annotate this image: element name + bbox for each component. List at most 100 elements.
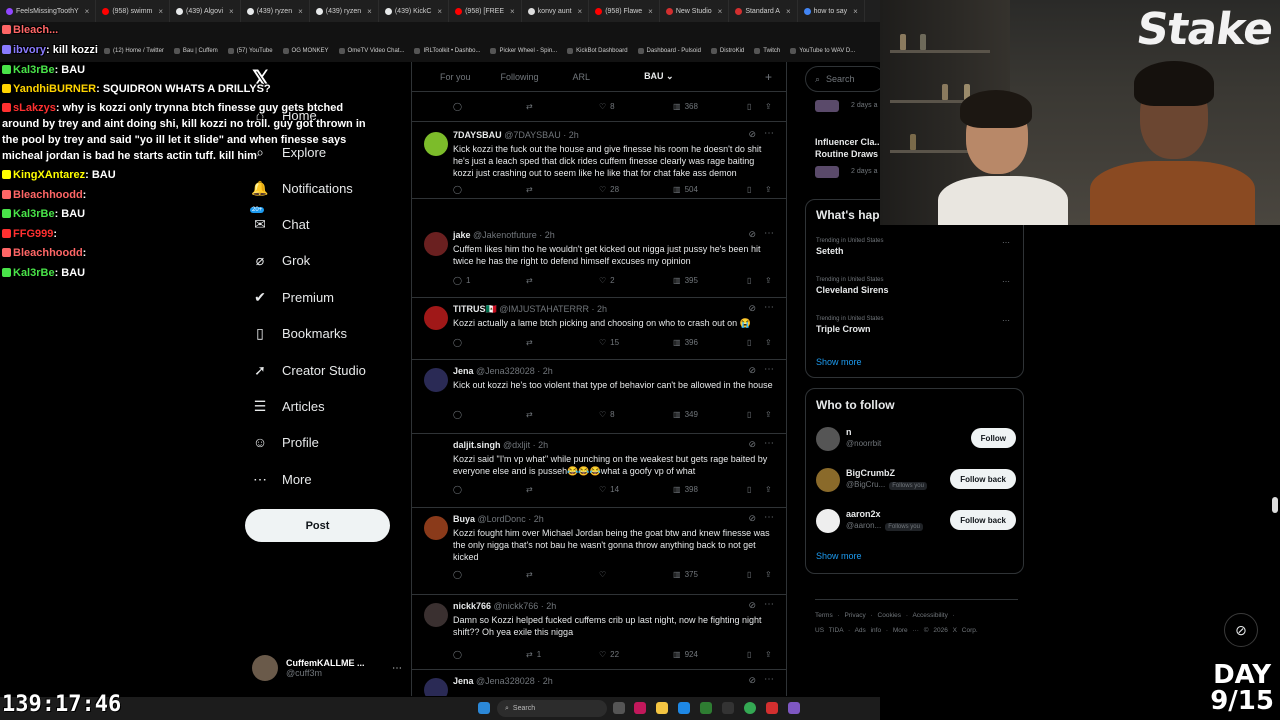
app-icon[interactable] — [722, 702, 734, 714]
bookmark-item[interactable]: (12) Home / Twitter — [104, 48, 164, 54]
retweet-button[interactable]: ⇄ — [526, 276, 537, 285]
close-tab-icon[interactable]: × — [648, 7, 653, 16]
retweet-button[interactable]: ⇄ 1 — [526, 650, 541, 659]
trend-item[interactable]: Trending in United States Seteth ⋯ — [816, 238, 1016, 256]
grok-icon[interactable]: ⊘ — [748, 600, 756, 611]
reply-button[interactable]: ◯ — [453, 650, 466, 659]
reply-button[interactable]: ◯ — [453, 185, 466, 194]
share-button[interactable]: ⇪ — [765, 650, 772, 659]
tweet-more-icon[interactable]: ⋯ — [764, 128, 774, 139]
views-button[interactable]: ▥ 395 — [673, 276, 698, 285]
follow-suggestion[interactable]: aaron2x @aaron... Follows you Follow back — [816, 507, 1016, 537]
browser-tab[interactable]: (439) Algovi × — [170, 0, 241, 22]
tweet-more-icon[interactable]: ⋯ — [764, 438, 774, 449]
tweet-avatar[interactable] — [424, 306, 448, 330]
post-button[interactable]: Post — [245, 509, 390, 542]
app-icon[interactable] — [766, 702, 778, 714]
retweet-button[interactable]: ⇄ — [526, 485, 537, 494]
follow-suggestion[interactable]: BigCrumbZ @BigCru... Follows you Follow bac… — [816, 466, 1016, 496]
trend-more-icon[interactable]: ⋯ — [1002, 277, 1010, 286]
retweet-button[interactable]: ⇄ — [526, 570, 537, 579]
tweet-author-name[interactable]: 7DAYSBAU — [453, 130, 502, 140]
browser-tab[interactable]: (958) swimm × — [96, 0, 171, 22]
footer-links[interactable]: US TIDA · Ads info · More ··· © 2026 X C… — [815, 627, 978, 634]
tweet[interactable]: 7DAYSBAU @7DAYSBAU · 2h ⊘ ⋯ Kick kozzi the … — [412, 124, 786, 199]
add-list-icon[interactable]: + — [765, 70, 772, 84]
chrome-icon[interactable] — [744, 702, 756, 714]
tweet[interactable]: jake @Jakenotfuture · 2h ⊘ ⋯ Cuffem likes h… — [412, 224, 786, 298]
tweet-avatar[interactable] — [424, 442, 448, 466]
trend-title[interactable]: Influencer Cla... Routine Draws — [815, 136, 885, 160]
tweet-more-icon[interactable]: ⋯ — [764, 302, 774, 313]
views-button[interactable]: ▥ 349 — [673, 410, 698, 419]
tweet-avatar[interactable] — [424, 132, 448, 156]
bookmark-button[interactable]: ▯ — [747, 410, 751, 419]
close-tab-icon[interactable]: × — [158, 7, 163, 16]
bookmark-item[interactable]: Twitch — [754, 48, 780, 54]
like-button[interactable]: ♡ 14 — [599, 485, 619, 494]
close-tab-icon[interactable]: × — [229, 7, 234, 16]
grok-icon[interactable]: ⊘ — [748, 365, 756, 376]
share-button[interactable]: ⇪ — [765, 410, 772, 419]
bookmark-item[interactable]: Picker Wheel - Spin... — [490, 48, 557, 54]
tweet-author-handle[interactable]: @Jena328028 · 2h — [476, 676, 553, 686]
browser-tab[interactable]: Standard A × — [729, 0, 798, 22]
tweet-avatar[interactable] — [424, 232, 448, 256]
share-button[interactable]: ⇪ — [765, 570, 772, 579]
reply-button[interactable]: ◯ — [453, 338, 466, 347]
bookmark-item[interactable]: OmeTV Video Chat... — [338, 48, 404, 54]
edge-icon[interactable] — [678, 702, 690, 714]
bookmark-item[interactable]: OG MONKEY — [282, 48, 329, 54]
browser-tab[interactable]: konvy aunt × — [522, 0, 590, 22]
tweet[interactable]: Buya @LordDonc · 2h ⊘ ⋯ Kozzi fought him ov… — [412, 508, 786, 595]
tweet-author-name[interactable]: Buya — [453, 514, 475, 524]
tweet-more-icon[interactable]: ⋯ — [764, 512, 774, 523]
bookmark-button[interactable]: ▯ — [747, 650, 751, 659]
reply-button[interactable]: ◯ 1 — [453, 276, 470, 285]
close-tab-icon[interactable]: × — [786, 7, 791, 16]
share-button[interactable]: ⇪ — [765, 485, 772, 494]
trend-more-icon[interactable]: ⋯ — [1002, 238, 1010, 247]
tweet-author-name[interactable]: daljit.singh — [453, 440, 501, 450]
close-tab-icon[interactable]: × — [853, 7, 858, 16]
grok-icon[interactable]: ⊘ — [748, 303, 756, 314]
tweet-author-name[interactable]: nickk766 — [453, 601, 491, 611]
bookmark-button[interactable]: ▯ — [747, 185, 751, 194]
tweet-avatar[interactable] — [424, 516, 448, 540]
like-button[interactable]: ♡ — [599, 570, 610, 579]
like-button[interactable]: ♡ 2 — [599, 276, 615, 285]
views-button[interactable]: ▥ 368 — [673, 102, 698, 111]
taskbar-search[interactable]: ⌕ Search — [497, 700, 607, 717]
trend-more-icon[interactable]: ⋯ — [1002, 316, 1010, 325]
grok-icon[interactable]: ⊘ — [748, 439, 756, 450]
tweet-more-icon[interactable]: ⋯ — [764, 599, 774, 610]
suggestion-name[interactable]: BigCrumbZ — [846, 468, 895, 478]
bookmark-button[interactable]: ▯ — [747, 570, 751, 579]
browser-tab[interactable]: FeelsMissingToothY × — [0, 0, 97, 22]
trend-item[interactable]: Trending in United States Triple Crown ⋯ — [816, 316, 1016, 334]
task-view-icon[interactable] — [613, 702, 625, 714]
reply-button[interactable]: ◯ — [453, 570, 466, 579]
app-icon[interactable] — [700, 702, 712, 714]
grok-icon[interactable]: ⊘ — [748, 675, 756, 686]
bookmark-button[interactable]: ▯ — [747, 338, 751, 347]
tweet-author-handle[interactable]: @7DAYSBAU · 2h — [504, 130, 579, 140]
browser-tab[interactable]: (958) [FREE × — [449, 0, 522, 22]
follow-button[interactable]: Follow back — [950, 469, 1016, 489]
tweet-author-handle[interactable]: @LordDonc · 2h — [478, 514, 544, 524]
feed-tab[interactable]: ARL — [553, 72, 605, 82]
nav-item-grok[interactable]: ⌀ Grok — [252, 248, 310, 272]
browser-tab[interactable]: (958) Flawe × — [589, 0, 660, 22]
show-more-link[interactable]: Show more — [816, 357, 862, 367]
tweet-author-handle[interactable]: @Jakenotfuture · 2h — [473, 230, 555, 240]
bookmark-button[interactable]: ▯ — [747, 276, 751, 285]
close-tab-icon[interactable]: × — [298, 7, 303, 16]
reply-button[interactable]: ◯ — [453, 102, 466, 111]
tweet[interactable]: Jena @Jena328028 · 2h ⊘ ⋯ Kick out kozzi he… — [412, 360, 786, 434]
reply-button[interactable]: ◯ — [453, 485, 466, 494]
suggestion-name[interactable]: n — [846, 427, 852, 437]
grok-float-icon[interactable]: ⊘ — [1224, 613, 1258, 647]
like-button[interactable]: ♡ 28 — [599, 185, 619, 194]
tweet-author-name[interactable]: Jena — [453, 366, 474, 376]
like-button[interactable]: ♡ 22 — [599, 650, 619, 659]
